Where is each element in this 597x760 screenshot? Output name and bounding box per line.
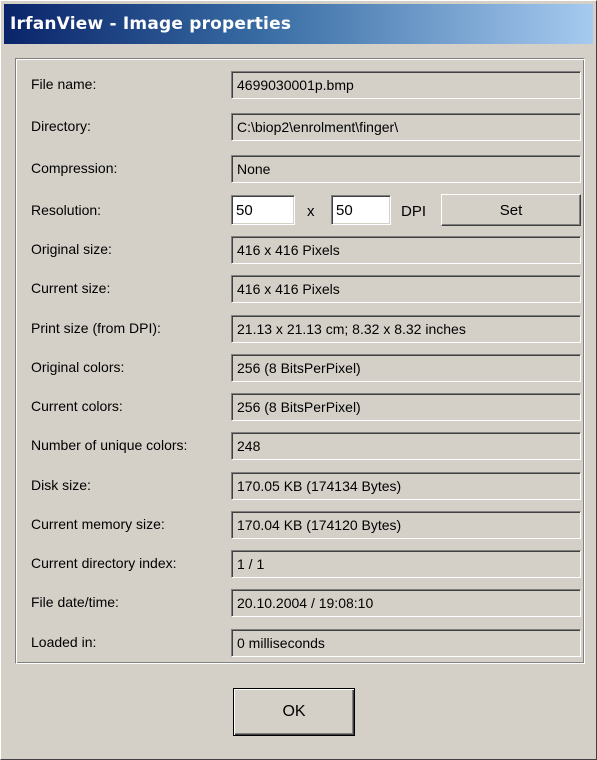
print-size-label: Print size (from DPI):: [31, 320, 161, 336]
directory-index-label: Current directory index:: [31, 555, 177, 571]
original-size-value: 416 x 416 Pixels: [231, 236, 581, 264]
dpi-unit-label: DPI: [401, 203, 427, 220]
file-name-value: 4699030001p.bmp: [231, 71, 581, 99]
image-properties-dialog: IrfanView - Image properties File name: …: [0, 0, 597, 760]
original-colors-label: Original colors:: [31, 359, 125, 375]
compression-label: Compression:: [31, 160, 118, 176]
memory-size-value: 170.04 KB (174120 Bytes): [231, 511, 581, 539]
ok-button[interactable]: OK: [233, 688, 355, 736]
disk-size-label: Disk size:: [31, 477, 91, 493]
original-size-label: Original size:: [31, 241, 112, 257]
current-colors-value: 256 (8 BitsPerPixel): [231, 393, 581, 421]
file-name-label: File name:: [31, 76, 97, 92]
dpi-x-input[interactable]: [231, 195, 295, 225]
resolution-label: Resolution:: [31, 202, 102, 218]
directory-label: Directory:: [31, 118, 91, 134]
loaded-in-value: 0 milliseconds: [231, 629, 581, 657]
current-size-label: Current size:: [31, 280, 111, 296]
directory-index-value: 1 / 1: [231, 550, 581, 578]
compression-value: None: [231, 155, 581, 183]
resolution-separator: x: [307, 203, 315, 220]
unique-colors-label: Number of unique colors:: [31, 437, 188, 453]
original-colors-value: 256 (8 BitsPerPixel): [231, 354, 581, 382]
window-title: IrfanView - Image properties: [10, 14, 292, 34]
file-datetime-value: 20.10.2004 / 19:08:10: [231, 589, 581, 617]
current-size-value: 416 x 416 Pixels: [231, 275, 581, 303]
loaded-in-label: Loaded in:: [31, 634, 97, 650]
directory-value: C:\biop2\enrolment\finger\: [231, 113, 581, 141]
file-datetime-label: File date/time:: [31, 594, 119, 610]
unique-colors-value: 248: [231, 432, 581, 460]
dpi-y-input[interactable]: [331, 195, 391, 225]
memory-size-label: Current memory size:: [31, 516, 165, 532]
set-dpi-button[interactable]: Set: [441, 194, 581, 226]
disk-size-value: 170.05 KB (174134 Bytes): [231, 472, 581, 500]
print-size-value: 21.13 x 21.13 cm; 8.32 x 8.32 inches: [231, 315, 581, 343]
title-bar[interactable]: IrfanView - Image properties: [4, 4, 593, 44]
current-colors-label: Current colors:: [31, 398, 123, 414]
